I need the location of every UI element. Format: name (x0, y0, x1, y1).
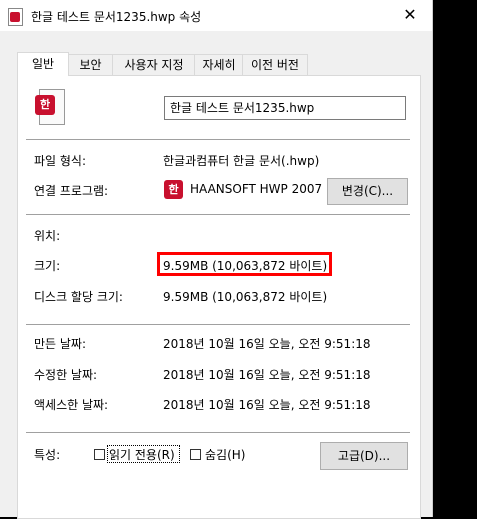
modified-label: 수정한 날짜: (34, 368, 98, 382)
file-type-value: 한글과컴퓨터 한글 문서(.hwp) (163, 154, 320, 168)
readonly-label[interactable]: 읽기 전용(R) (109, 446, 175, 463)
opens-with-label: 연결 프로그램: (34, 184, 109, 198)
hidden-label[interactable]: 숨김(H) (205, 446, 245, 463)
location-label: 위치: (34, 229, 61, 243)
hwp-document-icon: 한 (35, 89, 65, 125)
close-icon[interactable]: ✕ (388, 0, 432, 31)
hwp-file-icon (8, 8, 23, 26)
tab-previous-versions[interactable]: 이전 버전 (242, 54, 308, 75)
attributes-label: 특성: (34, 448, 61, 462)
tab-details[interactable]: 자세히 (194, 54, 244, 75)
advanced-button[interactable]: 고급(D)... (320, 442, 408, 470)
properties-window: 한글 테스트 문서1235.hwp 속성 ✕ 일반 보안 사용자 지정 자세히 … (0, 0, 433, 519)
created-label: 만든 날짜: (34, 337, 87, 351)
divider (26, 324, 410, 325)
disk-size-value: 9.59MB (10,063,872 바이트) (163, 290, 328, 304)
tab-custom[interactable]: 사용자 지정 (112, 54, 196, 75)
tab-general[interactable]: 일반 (17, 52, 69, 76)
readonly-checkbox[interactable] (94, 449, 105, 460)
title-bar[interactable]: 한글 테스트 문서1235.hwp 속성 ✕ (0, 0, 432, 31)
divider (26, 432, 410, 433)
change-button[interactable]: 변경(C)... (327, 178, 408, 205)
general-panel: 한 한글 테스트 문서1235.hwp 파일 형식: 한글과컴퓨터 한글 문서(… (17, 75, 421, 519)
file-name-field[interactable]: 한글 테스트 문서1235.hwp (164, 96, 406, 120)
hidden-checkbox[interactable] (190, 449, 201, 460)
accessed-label: 액세스한 날짜: (34, 398, 109, 412)
file-type-label: 파일 형식: (34, 154, 87, 168)
window-title: 한글 테스트 문서1235.hwp 속성 (31, 10, 202, 24)
size-label: 크기: (34, 259, 61, 273)
accessed-value: 2018년 10월 16일 오늘, 오전 9:51:18 (163, 398, 371, 412)
hwp-app-icon: 한 (164, 180, 183, 199)
size-highlight-box (157, 252, 332, 276)
created-value: 2018년 10월 16일 오늘, 오전 9:51:18 (163, 337, 371, 351)
tab-security[interactable]: 보안 (67, 54, 114, 75)
divider (26, 139, 410, 140)
disk-size-label: 디스크 할당 크기: (34, 290, 123, 304)
opens-with-value: HAANSOFT HWP 2007 (190, 182, 323, 196)
divider (26, 214, 410, 215)
modified-value: 2018년 10월 16일 오늘, 오전 9:51:18 (163, 368, 371, 382)
